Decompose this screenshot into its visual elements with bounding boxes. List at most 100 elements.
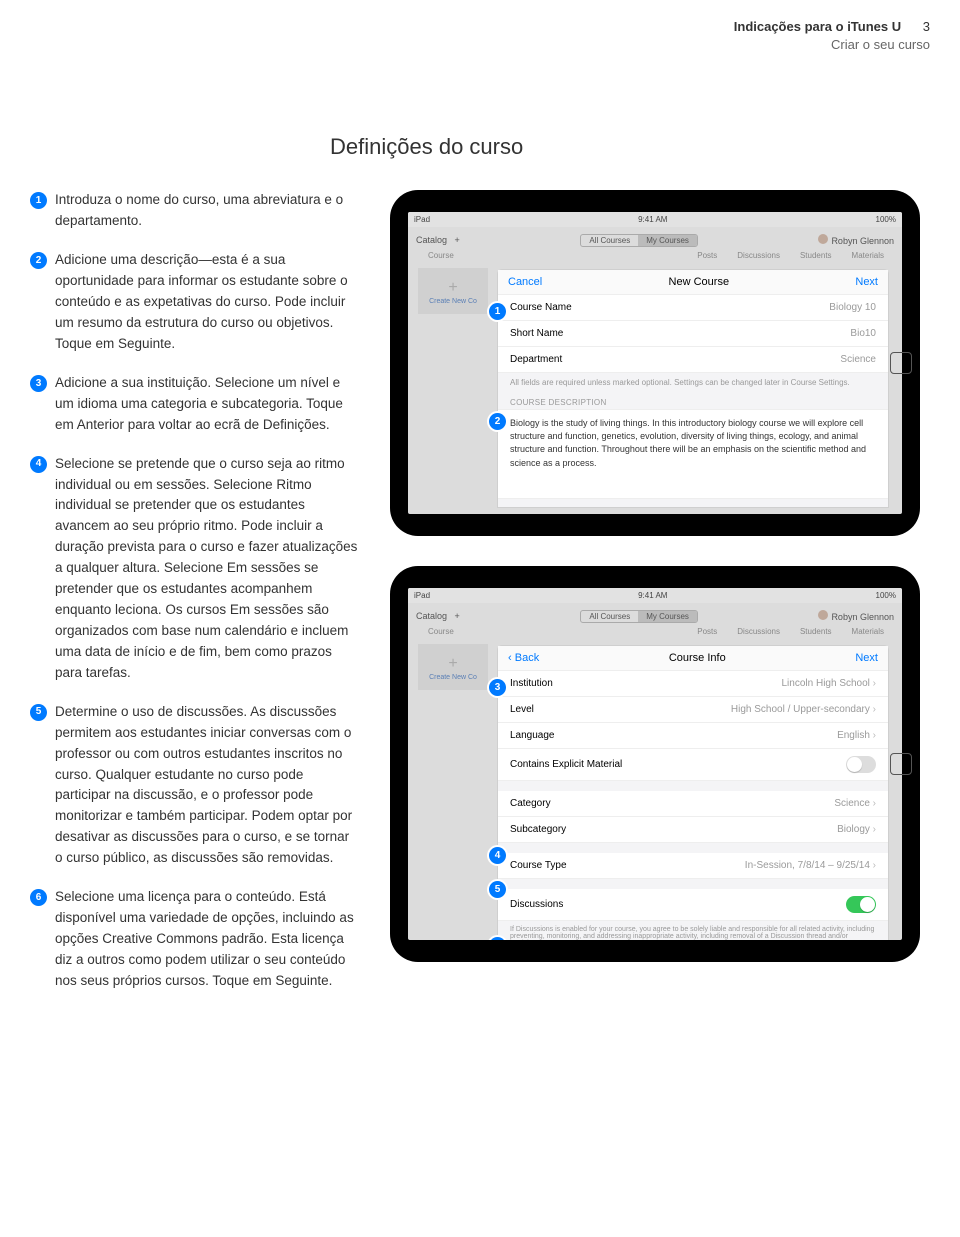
- discussions-label: Discussions: [510, 899, 563, 910]
- category-value: Science: [834, 798, 876, 809]
- tab-materials[interactable]: Materials: [852, 251, 884, 260]
- modal-title: Course Info: [669, 652, 726, 664]
- back-button[interactable]: ‹ Back: [508, 652, 539, 664]
- course-type-value: In-Session, 7/8/14 – 9/25/14: [745, 860, 876, 871]
- step-badge-3: 3: [30, 375, 47, 392]
- discussions-helper: If Discussions is enabled for your cours…: [498, 921, 888, 940]
- ipad-mock-1: iPad 9:41 AM 100% Catalog + All Courses …: [390, 190, 920, 536]
- create-course-tile[interactable]: + Create New Co: [418, 268, 488, 314]
- tab-students[interactable]: Students: [800, 251, 832, 260]
- course-info-modal: ‹ Back Course Info Next 3 Institution Li…: [498, 646, 888, 940]
- plus-icon: +: [443, 278, 463, 298]
- seg-all[interactable]: All Courses: [581, 235, 638, 246]
- step-5: 5 Determine o uso de discussões. As disc…: [30, 702, 360, 869]
- segmented-control[interactable]: All Courses My Courses: [580, 234, 698, 247]
- status-bar: iPad 9:41 AM 100%: [408, 588, 902, 603]
- tab-discussions[interactable]: Discussions: [737, 251, 780, 260]
- avatar: [818, 610, 828, 620]
- tab-course[interactable]: Course: [428, 627, 454, 636]
- status-bar: iPad 9:41 AM 100%: [408, 212, 902, 227]
- discussions-field[interactable]: Discussions: [498, 889, 888, 921]
- status-time: 9:41 AM: [638, 591, 667, 600]
- institution-value: Lincoln High School: [782, 678, 877, 689]
- category-label: Category: [510, 798, 551, 809]
- ipad-mock-2: iPad 9:41 AM 100% Catalog + All Courses …: [390, 566, 920, 962]
- subcategory-label: Subcategory: [510, 824, 566, 835]
- user-name: Robyn Glennon: [831, 612, 894, 622]
- tab-posts[interactable]: Posts: [697, 627, 717, 636]
- next-button[interactable]: Next: [855, 276, 878, 288]
- institution-field[interactable]: Institution Lincoln High School: [498, 671, 888, 697]
- segmented-control[interactable]: All Courses My Courses: [580, 610, 698, 623]
- step-4: 4 Selecione se pretende que o curso seja…: [30, 454, 360, 684]
- step-text-2: Adicione uma descrição—esta é a sua opor…: [55, 250, 360, 355]
- subcategory-value: Biology: [837, 824, 876, 835]
- cancel-button[interactable]: Cancel: [508, 276, 542, 288]
- explicit-label: Contains Explicit Material: [510, 759, 622, 770]
- step-6: 6 Selecione uma licença para o conteúdo.…: [30, 887, 360, 992]
- status-right: 100%: [876, 215, 896, 224]
- course-type-field[interactable]: Course Type In-Session, 7/8/14 – 9/25/14: [498, 853, 888, 879]
- page-number: 3: [923, 18, 930, 36]
- step-2: 2 Adicione uma descrição—esta é a sua op…: [30, 250, 360, 355]
- subcategory-field[interactable]: Subcategory Biology: [498, 817, 888, 843]
- avatar: [818, 234, 828, 244]
- explicit-toggle[interactable]: [846, 756, 876, 773]
- steps-column: 1 Introduza o nome do curso, uma abrevia…: [30, 190, 360, 1009]
- course-type-label: Course Type: [510, 860, 567, 871]
- doc-header: Indicações para o iTunes U 3 Criar o seu…: [30, 18, 930, 54]
- department-field[interactable]: Department Science: [498, 347, 888, 373]
- department-label: Department: [510, 354, 562, 365]
- tab-discussions[interactable]: Discussions: [737, 627, 780, 636]
- step-badge-1: 1: [30, 192, 47, 209]
- step-badge-6: 6: [30, 889, 47, 906]
- step-badge-4: 4: [30, 456, 47, 473]
- seg-my[interactable]: My Courses: [638, 235, 697, 246]
- language-label: Language: [510, 730, 555, 741]
- level-field[interactable]: Level High School / Upper-secondary: [498, 697, 888, 723]
- category-field[interactable]: Category Science: [498, 791, 888, 817]
- step-badge-2: 2: [30, 252, 47, 269]
- tab-materials[interactable]: Materials: [852, 627, 884, 636]
- language-field[interactable]: Language English: [498, 723, 888, 749]
- status-left: iPad: [414, 215, 430, 224]
- discussions-toggle[interactable]: [846, 896, 876, 913]
- modal-title: New Course: [669, 276, 730, 288]
- doc-subtitle: Criar o seu curso: [831, 37, 930, 52]
- course-name-value: Biology 10: [829, 302, 876, 313]
- step-badge-5: 5: [30, 704, 47, 721]
- short-name-field[interactable]: Short Name Bio10: [498, 321, 888, 347]
- tab-posts[interactable]: Posts: [697, 251, 717, 260]
- doc-title: Indicações para o iTunes U: [734, 19, 901, 34]
- course-name-field[interactable]: Course Name Biology 10: [498, 295, 888, 321]
- seg-my[interactable]: My Courses: [638, 611, 697, 622]
- step-text-6: Selecione uma licença para o conteúdo. E…: [55, 887, 360, 992]
- desc-header: COURSE DESCRIPTION: [498, 392, 888, 409]
- new-course-modal: Cancel New Course Next 1 Course Name Bio…: [498, 270, 888, 507]
- seg-all[interactable]: All Courses: [581, 611, 638, 622]
- catalog-label: Catalog: [416, 235, 447, 245]
- section-title: Definições do curso: [330, 134, 930, 160]
- step-3: 3 Adicione a sua instituição. Selecione …: [30, 373, 360, 436]
- description-textarea[interactable]: Biology is the study of living things. I…: [498, 409, 888, 499]
- step-text-1: Introduza o nome do curso, uma abreviatu…: [55, 190, 360, 232]
- next-button[interactable]: Next: [855, 652, 878, 664]
- catalog-label: Catalog: [416, 611, 447, 621]
- language-value: English: [837, 730, 876, 741]
- short-name-value: Bio10: [850, 328, 876, 339]
- institution-label: Institution: [510, 678, 553, 689]
- tab-course[interactable]: Course: [428, 251, 454, 260]
- status-right: 100%: [876, 591, 896, 600]
- step-text-3: Adicione a sua instituição. Selecione um…: [55, 373, 360, 436]
- create-course-tile[interactable]: + Create New Co: [418, 644, 488, 690]
- tab-students[interactable]: Students: [800, 627, 832, 636]
- tile-label: Create New Co: [429, 674, 477, 681]
- plus-icon: +: [443, 654, 463, 674]
- step-text-5: Determine o uso de discussões. As discus…: [55, 702, 360, 869]
- status-time: 9:41 AM: [638, 215, 667, 224]
- plus-icon[interactable]: +: [455, 611, 460, 621]
- course-name-label: Course Name: [510, 302, 572, 313]
- explicit-field[interactable]: Contains Explicit Material: [498, 749, 888, 781]
- status-left: iPad: [414, 591, 430, 600]
- plus-icon[interactable]: +: [455, 235, 460, 245]
